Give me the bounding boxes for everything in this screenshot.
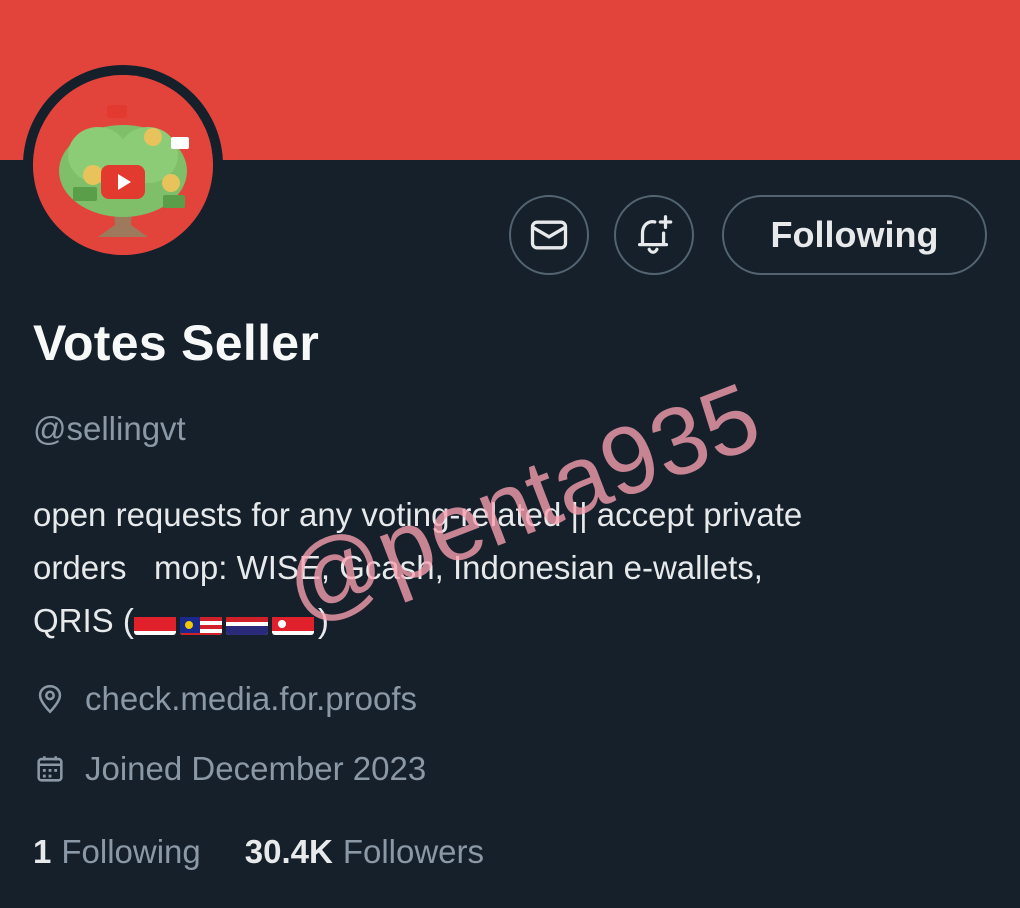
followers-stat-link[interactable]: 30.4K Followers xyxy=(245,833,484,871)
followers-label: Followers xyxy=(342,833,485,870)
bell-plus-icon xyxy=(637,215,673,254)
location-pin-icon xyxy=(38,684,62,714)
flag-singapore-icon xyxy=(271,607,314,635)
joined-row: Joined December 2023 xyxy=(33,750,426,788)
flag-indonesia-icon xyxy=(133,607,176,635)
location-row: check.media.for.proofs xyxy=(33,680,417,718)
avatar-image xyxy=(33,75,213,255)
following-stat-link[interactable]: 1 Following xyxy=(33,833,201,871)
joined-text: Joined December 2023 xyxy=(85,750,427,787)
location-text: check.media.for.proofs xyxy=(85,680,417,717)
flag-malaysia-icon xyxy=(179,607,222,635)
bio-line-3-suffix: ) xyxy=(317,602,329,639)
following-button[interactable]: Following xyxy=(722,195,987,275)
calendar-icon xyxy=(37,756,63,782)
bio-line-2: orders mop: WISE, Gcash, Indonesian e-wa… xyxy=(33,549,763,586)
following-button-label: Following xyxy=(770,214,939,255)
flag-thailand-icon xyxy=(225,607,268,635)
bio: open requests for any voting-related || … xyxy=(33,488,998,647)
handle: @sellingvt xyxy=(33,410,186,447)
follow-stats: 1 Following 30.4K Followers xyxy=(33,833,484,871)
bio-line-3-prefix: QRIS ( xyxy=(33,602,134,639)
bio-line-1: open requests for any voting-related || … xyxy=(33,496,803,533)
display-name: Votes Seller xyxy=(33,315,320,371)
money-tree-logo-icon xyxy=(33,75,213,255)
followers-count: 30.4K xyxy=(244,833,333,870)
avatar[interactable] xyxy=(23,65,223,265)
message-button[interactable] xyxy=(509,195,589,275)
envelope-icon xyxy=(530,220,568,250)
following-label: Following xyxy=(61,833,201,870)
notifications-button[interactable] xyxy=(614,195,694,275)
following-count: 1 xyxy=(33,833,52,870)
